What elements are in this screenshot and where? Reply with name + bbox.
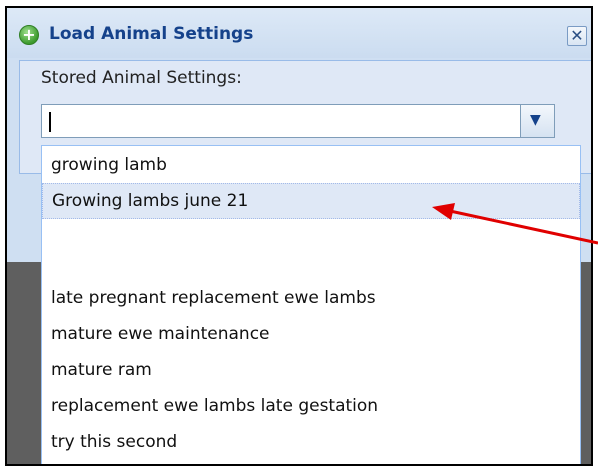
dialog-title: Load Animal Settings [49,24,254,44]
dropdown-item-mature-ram[interactable]: mature ram [42,352,580,388]
dropdown-item-try-this-second[interactable]: try this second [42,424,580,460]
combo-trigger-button[interactable]: ▼ [521,104,555,138]
dropdown-item-blank[interactable] [42,219,580,255]
plus-circle-icon: + [19,25,39,45]
dropdown-item-replacement-ewe-lambs-late-gestation[interactable]: replacement ewe lambs late gestation [42,388,580,424]
stored-settings-combo[interactable]: ▼ [41,104,555,138]
chevron-down-icon: ▼ [530,112,541,128]
close-icon: ✕ [570,26,584,45]
settings-dropdown-list: growing lamb Growing lambs june 21 late … [41,145,581,464]
dropdown-item-growing-lambs-june-21[interactable]: Growing lambs june 21 [42,183,580,219]
stored-settings-input[interactable] [41,104,521,138]
dialog-titlebar: + Load Animal Settings ✕ [7,8,591,58]
close-button[interactable]: ✕ [567,26,587,46]
dropdown-item-mature-ewe-maintenance[interactable]: mature ewe maintenance [42,316,580,352]
stored-settings-label: Stored Animal Settings: [41,68,242,88]
dropdown-item-growing-lamb[interactable]: growing lamb [42,147,580,183]
text-cursor [49,112,51,132]
dropdown-item-late-pregnant-replacement-ewe-lambs[interactable]: late pregnant replacement ewe lambs [42,280,580,316]
screenshot-frame: + Load Animal Settings ✕ Stored Animal S… [5,6,593,466]
